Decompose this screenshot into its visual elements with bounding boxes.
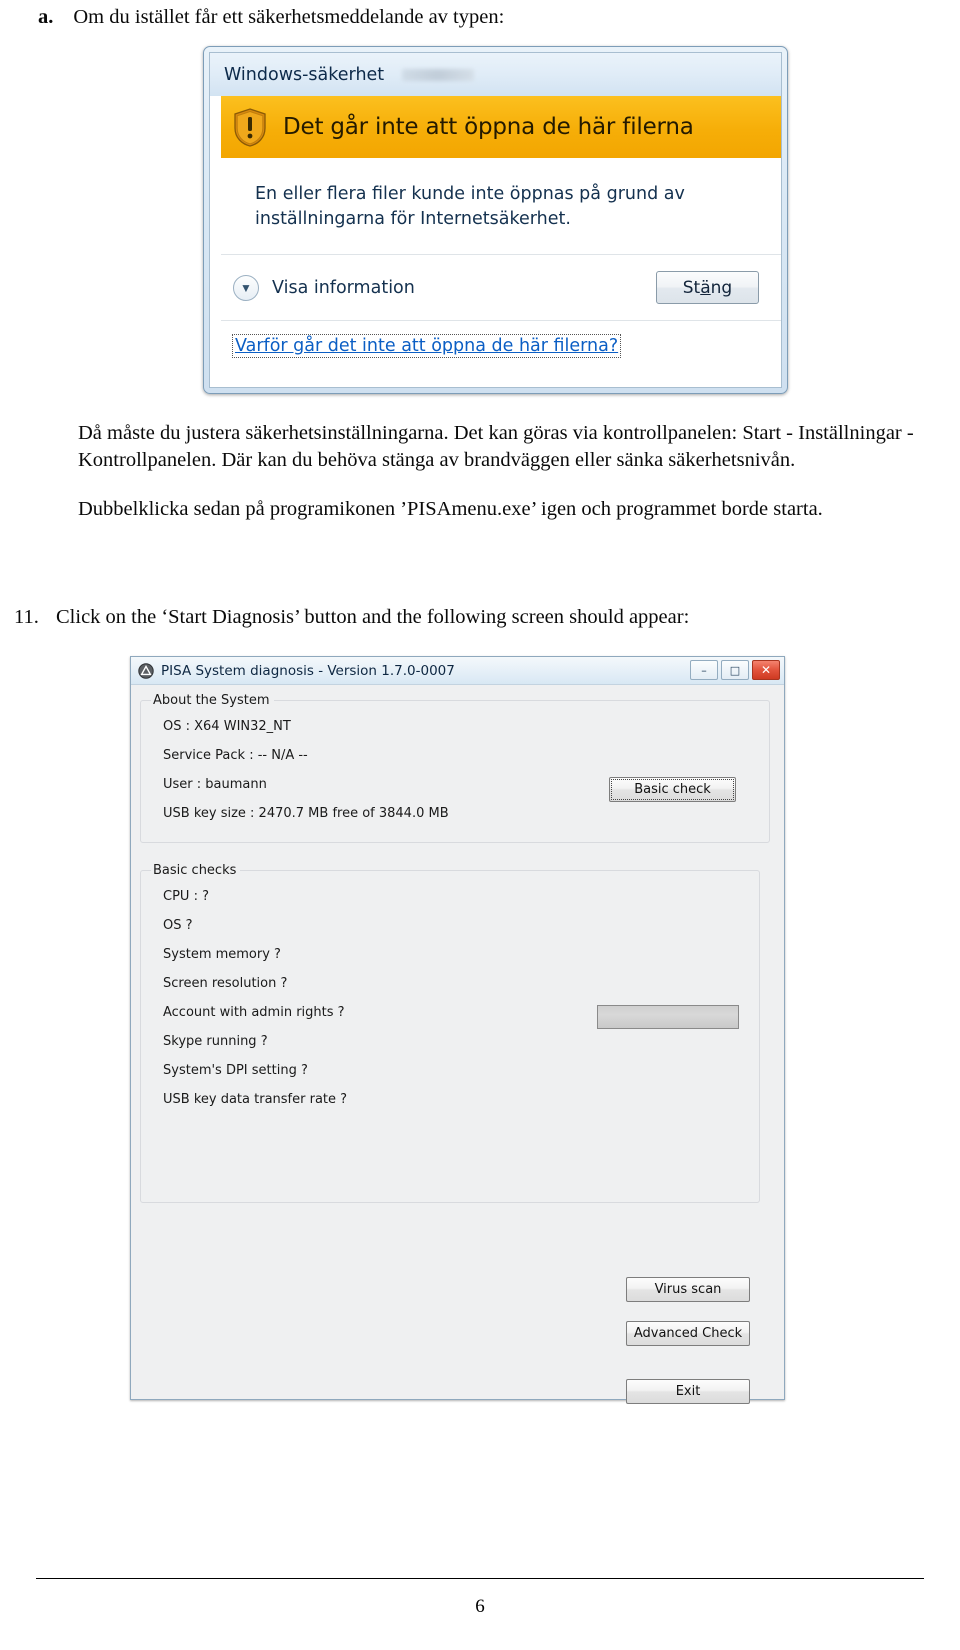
list-marker-a: a. (38, 6, 54, 28)
usb-transfer-rate-progress (597, 1005, 739, 1029)
why-cannot-open-link[interactable]: Varför går det inte att öppna de här fil… (231, 334, 622, 358)
pisa-diagnosis-window: PISA System diagnosis - Version 1.7.0-00… (130, 656, 785, 1404)
exit-button[interactable]: Exit (626, 1379, 750, 1404)
windows-security-body: Det går inte att öppna de här filerna En… (210, 96, 781, 387)
pisa-app-icon (138, 662, 154, 679)
chevron-down-icon: ▼ (233, 274, 259, 301)
exit-button-label: Exit (675, 1384, 701, 1399)
windows-security-banner-heading: Det går inte att öppna de här filerna (283, 114, 694, 140)
basic-check-button-label: Basic check (634, 782, 711, 797)
list-item-11-text: Click on the ‘Start Diagnosis’ button an… (56, 606, 690, 628)
check-row-screen-resolution: Screen resolution ? (163, 976, 288, 991)
minimize-icon: – (701, 663, 707, 677)
about-row-os: OS : X64 WIN32_NT (163, 719, 291, 734)
close-icon: ✕ (760, 663, 772, 677)
check-row-usb-transfer-rate: USB key data transfer rate ? (163, 1092, 348, 1107)
footer-divider (36, 1578, 924, 1579)
paragraph-2: Dubbelklicka sedan på programikonen ’PIS… (78, 498, 823, 520)
pisa-title-text: PISA System diagnosis - Version 1.7.0-00… (161, 662, 455, 679)
check-row-skype-running: Skype running ? (163, 1034, 268, 1049)
list-marker-11: 11. (14, 606, 39, 628)
list-item-a-text: Om du istället får ett säkerhetsmeddelan… (73, 6, 505, 28)
redacted-title-suffix (402, 68, 475, 81)
check-row-dpi-setting: System's DPI setting ? (163, 1063, 308, 1078)
list-item-11: 11. Click on the ‘Start Diagnosis’ butto… (14, 604, 934, 631)
virus-scan-button-label: Virus scan (654, 1282, 722, 1297)
windows-security-dialog-frame: Windows-säkerhet Det går inte att öppna … (209, 52, 782, 388)
virus-scan-button[interactable]: Virus scan (626, 1277, 750, 1302)
check-row-cpu: CPU : ? (163, 889, 209, 904)
paragraph-1: Då måste du justera säkerhetsinställning… (78, 422, 914, 471)
pisa-titlebar: PISA System diagnosis - Version 1.7.0-00… (131, 657, 784, 685)
windows-security-titlebar: Windows-säkerhet (210, 53, 781, 96)
advanced-check-button[interactable]: Advanced Check (626, 1321, 750, 1346)
pisa-client-area: About the System OS : X64 WIN32_NT Servi… (131, 685, 784, 1404)
close-button-label: Stäng (682, 277, 733, 298)
about-the-system-legend: About the System (153, 693, 270, 708)
basic-checks-list: CPU : ? OS ? System memory ? Screen reso… (151, 882, 749, 1114)
instruction-paragraphs: Då måste du justera säkerhetsinställning… (78, 420, 928, 545)
windows-security-dialog: Windows-säkerhet Det går inte att öppna … (203, 46, 788, 394)
check-row-os: OS ? (163, 918, 193, 933)
pisa-window-controls: – □ ✕ (690, 660, 780, 680)
windows-security-title-text: Windows-säkerhet (224, 64, 385, 85)
warning-shield-icon (233, 107, 267, 147)
show-details-label: Visa information (272, 277, 415, 298)
windows-security-action-row: ▼ Visa information Stäng (221, 255, 781, 320)
help-link-row: Varför går det inte att öppna de här fil… (221, 321, 781, 369)
about-row-service-pack: Service Pack : -- N/A -- (163, 748, 308, 763)
maximize-button[interactable]: □ (721, 660, 749, 680)
about-row-usb-key-size: USB key size : 2470.7 MB free of 3844.0 … (163, 806, 449, 821)
minimize-button[interactable]: – (690, 660, 718, 680)
basic-check-button[interactable]: Basic check (609, 777, 736, 802)
windows-security-message: En eller flera filer kunde inte öppnas p… (255, 184, 685, 229)
basic-checks-legend: Basic checks (153, 863, 237, 878)
show-details-toggle[interactable]: ▼ Visa information (233, 274, 415, 301)
about-the-system-group: About the System OS : X64 WIN32_NT Servi… (140, 693, 770, 843)
advanced-check-button-label: Advanced Check (633, 1326, 743, 1341)
check-row-system-memory: System memory ? (163, 947, 281, 962)
windows-security-banner: Det går inte att öppna de här filerna (221, 96, 781, 158)
list-item-a: a. Om du istället får ett säkerhetsmedde… (38, 4, 928, 31)
maximize-icon: □ (729, 663, 741, 677)
close-window-button[interactable]: ✕ (752, 660, 780, 680)
page-number: 6 (475, 1596, 485, 1617)
close-button[interactable]: Stäng (656, 271, 759, 304)
basic-checks-group: Basic checks CPU : ? OS ? System memory … (140, 863, 760, 1203)
